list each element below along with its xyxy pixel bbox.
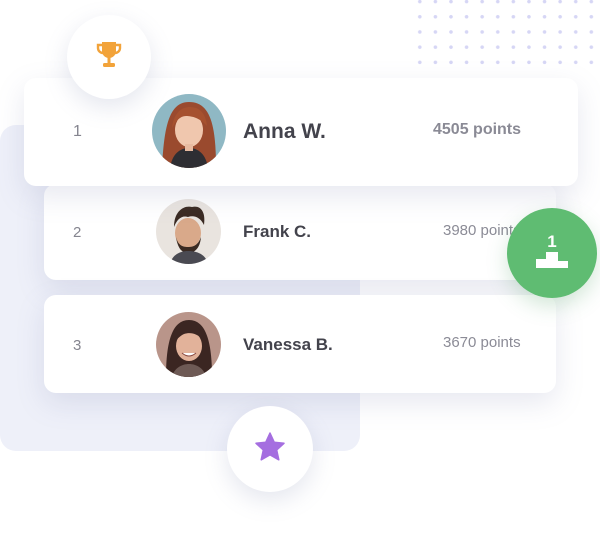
- rank-number: 1: [73, 123, 82, 140]
- podium-badge: 1: [507, 208, 597, 298]
- podium-number: 1: [547, 232, 557, 251]
- star-icon: [253, 430, 287, 469]
- player-name: Frank C.: [243, 222, 312, 241]
- trophy-badge: [67, 15, 151, 99]
- leaderboard-row-3[interactable]: 3 Vanessa B. 3670 points: [44, 295, 556, 393]
- leaderboard-row-2[interactable]: 2 Frank C. 3980 points: [44, 184, 556, 280]
- player-points: 4505 points: [433, 121, 522, 138]
- podium-icon: [534, 252, 570, 273]
- rank-number: 3: [73, 337, 82, 354]
- avatar: [156, 312, 221, 377]
- avatar: [156, 199, 221, 264]
- dot-pattern-decoration: [412, 0, 600, 72]
- player-name: Anna W.: [243, 120, 326, 143]
- trophy-icon: [92, 38, 126, 77]
- player-name: Vanessa B.: [243, 335, 333, 354]
- star-badge: [227, 406, 313, 492]
- player-points: 3670 points: [443, 334, 521, 351]
- avatar: [152, 94, 226, 168]
- rank-number: 2: [73, 224, 82, 241]
